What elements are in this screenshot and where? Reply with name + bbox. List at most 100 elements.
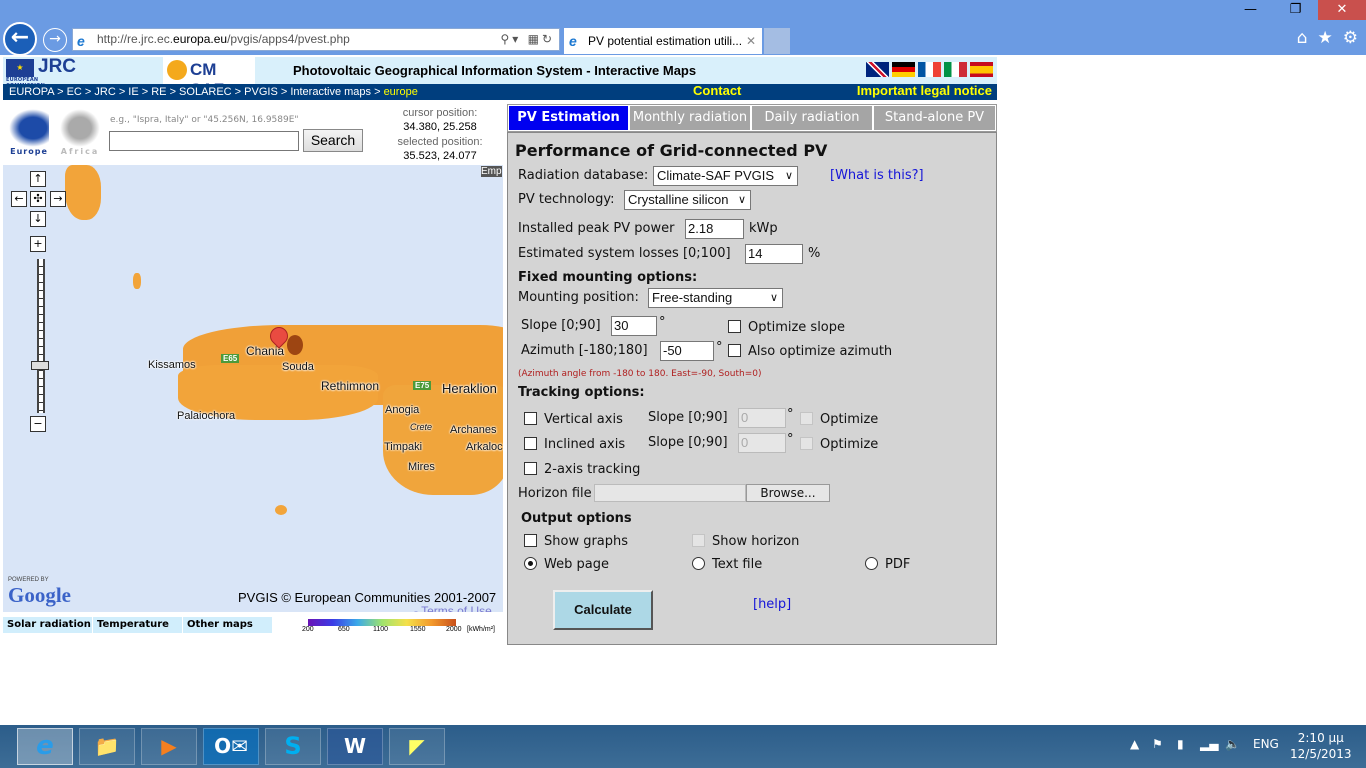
refresh-icon[interactable]: ↻ xyxy=(542,32,555,46)
help-link[interactable]: [help] xyxy=(753,597,791,612)
pan-up-button[interactable]: ↑ xyxy=(30,171,46,187)
vertical-slope-input[interactable]: 0 xyxy=(738,408,786,428)
battery-icon[interactable]: ▮ xyxy=(1177,737,1184,751)
taskbar-skype-icon[interactable]: S xyxy=(265,728,321,765)
browse-button[interactable]: Browse... xyxy=(746,484,830,502)
breadcrumb-path[interactable]: EUROPA > EC > JRC > IE > RE > SOLAREC > … xyxy=(9,86,384,98)
zoom-out-button[interactable]: − xyxy=(30,416,46,432)
action-center-flag-icon[interactable]: ⚑ xyxy=(1152,737,1163,751)
arrow-right-icon: → xyxy=(49,31,61,47)
flag-it-icon[interactable] xyxy=(944,62,967,77)
language-indicator[interactable]: ENG xyxy=(1253,737,1279,751)
volume-icon[interactable]: 🔈 xyxy=(1225,737,1240,751)
radiation-db-select[interactable]: Climate-SAF PVGIS ∨ xyxy=(653,166,798,186)
taskbar-media-player-icon[interactable]: ▶ xyxy=(141,728,197,765)
breadcrumb: EUROPA > EC > JRC > IE > RE > SOLAREC > … xyxy=(3,83,997,100)
tab-pv-estimation[interactable]: PV Estimation xyxy=(508,105,629,131)
browser-tab[interactable]: e PV potential estimation utili... ✕ xyxy=(564,28,762,54)
tab-monthly-radiation[interactable]: Monthly radiation xyxy=(629,105,751,131)
inclined-axis-checkbox[interactable] xyxy=(524,437,537,450)
pan-down-button[interactable]: ↓ xyxy=(30,211,46,227)
map-tab-temperature[interactable]: Temperature xyxy=(93,617,182,633)
show-hidden-icons[interactable]: ▲ xyxy=(1130,737,1139,751)
new-tab-button[interactable] xyxy=(764,28,790,54)
home-icon[interactable]: ⌂ xyxy=(1297,28,1308,48)
cmsaf-logo[interactable]: CM SAF xyxy=(163,57,255,99)
search-button[interactable]: Search xyxy=(303,129,363,152)
pdf-radio[interactable] xyxy=(865,557,878,570)
chevron-down-icon: ∨ xyxy=(737,194,746,206)
tab-close-icon[interactable]: ✕ xyxy=(746,28,756,54)
pan-right-button[interactable]: → xyxy=(50,191,66,207)
taskbar-word-icon[interactable]: W xyxy=(327,728,383,765)
calculate-button[interactable]: Calculate xyxy=(553,590,653,630)
optimize-slope-checkbox[interactable] xyxy=(728,320,741,333)
degree-symbol: ° xyxy=(787,407,794,422)
back-button[interactable]: ← xyxy=(3,22,37,56)
vertical-axis-checkbox[interactable] xyxy=(524,412,537,425)
mounting-position-select[interactable]: Free-standing ∨ xyxy=(648,288,783,308)
network-signal-icon[interactable]: ▂▄ xyxy=(1200,737,1218,751)
location-search-input[interactable] xyxy=(109,131,299,151)
taskbar-drawing-app-icon[interactable]: ◤ xyxy=(389,728,445,765)
legal-notice-link[interactable]: Important legal notice xyxy=(857,83,992,99)
pan-center-button[interactable]: ✣ xyxy=(30,191,46,207)
map-tab-solar-radiation[interactable]: Solar radiation xyxy=(3,617,92,633)
pv-technology-select[interactable]: Crystalline silicon ∨ xyxy=(624,190,751,210)
web-page-radio[interactable] xyxy=(524,557,537,570)
minimize-icon[interactable]: — xyxy=(1228,0,1273,20)
taskbar-internet-explorer-icon[interactable]: e xyxy=(17,728,73,765)
text-file-radio[interactable] xyxy=(692,557,705,570)
ie-page-icon: e xyxy=(77,33,85,49)
inclined-optimize-checkbox[interactable] xyxy=(800,437,813,450)
peak-power-input[interactable]: 2.18 xyxy=(685,219,744,239)
flag-fr-icon[interactable] xyxy=(918,62,941,77)
map-view[interactable]: ↑ ← ✣ → ↓ + − E65 E75 Kissamos Chania So… xyxy=(3,165,503,612)
contact-link[interactable]: Contact xyxy=(693,83,741,99)
ie-tab-icon: e xyxy=(569,33,577,49)
map-tab-other-maps[interactable]: Other maps xyxy=(183,617,272,633)
vertical-slope-label: Slope [0;90] xyxy=(648,410,728,425)
optimize-azimuth-checkbox[interactable] xyxy=(728,344,741,357)
inclined-slope-input[interactable]: 0 xyxy=(738,433,786,453)
zoom-slider[interactable] xyxy=(37,259,45,413)
flag-uk-icon[interactable] xyxy=(866,62,889,77)
two-axis-tracking-checkbox[interactable] xyxy=(524,462,537,475)
show-horizon-checkbox[interactable] xyxy=(692,534,705,547)
favorites-star-icon[interactable]: ★ xyxy=(1318,28,1333,48)
address-bar[interactable]: e http://re.jrc.ec.europa.eu/pvgis/apps4… xyxy=(72,28,560,51)
compat-view-icon[interactable]: ▦ xyxy=(528,32,542,46)
flag-es-icon[interactable] xyxy=(970,62,993,77)
pan-left-button[interactable]: ← xyxy=(11,191,27,207)
what-is-this-link[interactable]: [What is this?] xyxy=(830,168,924,183)
azimuth-input[interactable]: -50 xyxy=(660,341,714,361)
region-europe[interactable]: Europe xyxy=(7,109,51,157)
terms-of-use-link[interactable]: - Terms of Use xyxy=(414,604,492,612)
town-label: Souda xyxy=(282,361,314,373)
region-africa[interactable]: Africa xyxy=(58,109,102,157)
search-icon[interactable]: ⚲ xyxy=(500,32,512,46)
slope-input[interactable]: 30 xyxy=(611,316,657,336)
restore-icon[interactable]: ❐ xyxy=(1273,0,1318,20)
arrow-left-icon: ← xyxy=(10,25,30,50)
vertical-optimize-checkbox[interactable] xyxy=(800,412,813,425)
tab-stand-alone-pv[interactable]: Stand-alone PV xyxy=(873,105,996,131)
system-losses-unit: % xyxy=(808,246,821,261)
taskbar-outlook-icon[interactable]: O✉ xyxy=(203,728,259,765)
zoom-slider-thumb[interactable] xyxy=(31,361,49,370)
clock[interactable]: 2:10 μμ 12/5/2013 xyxy=(1290,730,1352,762)
horizon-file-input[interactable] xyxy=(594,484,746,502)
tab-daily-radiation[interactable]: Daily radiation xyxy=(751,105,873,131)
flag-de-icon[interactable] xyxy=(892,62,915,77)
url-path: /pvgis/apps4/pvest.php xyxy=(227,32,350,46)
address-tools[interactable]: ⚲▾ ▦↻ xyxy=(500,29,555,50)
taskbar-file-explorer-icon[interactable]: 📁 xyxy=(79,728,135,765)
jrc-logo[interactable]: ★ JRC EUROPEAN COMMISSION xyxy=(6,56,76,89)
google-logo[interactable]: POWERED BY Google xyxy=(8,577,71,608)
zoom-in-button[interactable]: + xyxy=(30,236,46,252)
close-icon[interactable]: ✕ xyxy=(1318,0,1366,20)
show-graphs-checkbox[interactable] xyxy=(524,534,537,547)
forward-button[interactable]: → xyxy=(43,28,67,52)
settings-gear-icon[interactable]: ⚙ xyxy=(1343,28,1358,48)
system-losses-input[interactable]: 14 xyxy=(745,244,803,264)
